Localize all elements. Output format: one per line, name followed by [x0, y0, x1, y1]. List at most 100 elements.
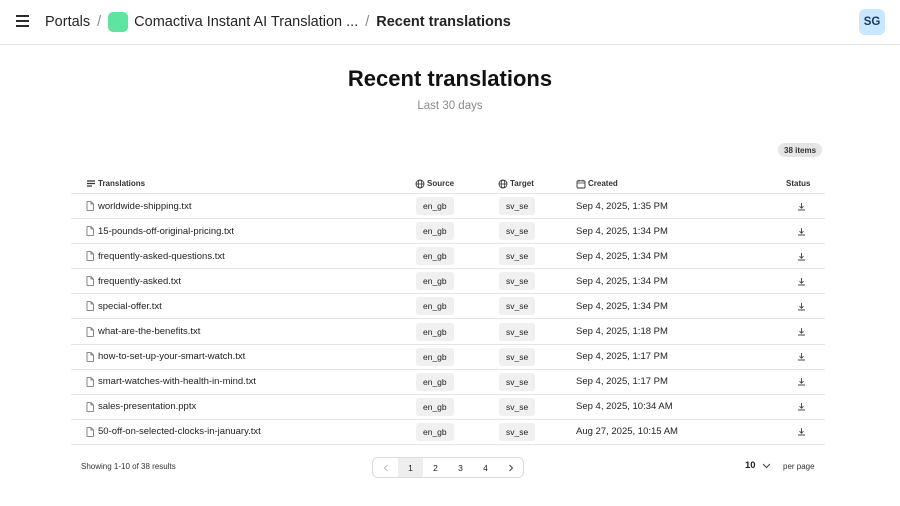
file-icon: [86, 427, 94, 437]
file-name-link[interactable]: frequently-asked.txt: [98, 276, 181, 287]
target-language-tag: sv_se: [499, 297, 536, 316]
target-language-tag: sv_se: [499, 222, 536, 241]
created-cell: Sep 4, 2025, 10:34 AM: [576, 395, 673, 419]
download-icon[interactable]: [797, 277, 806, 286]
file-icon: [86, 251, 94, 262]
file-cell: smart-watches-with-health-in-mind.txt: [86, 370, 256, 394]
file-cell: frequently-asked.txt: [86, 269, 181, 293]
pagination: 1 2 3 4: [372, 457, 524, 478]
source-language-tag: en_gb: [416, 372, 454, 391]
menu-icon[interactable]: [13, 11, 33, 31]
file-name-link[interactable]: frequently-asked-questions.txt: [98, 251, 225, 262]
target-language-tag: sv_se: [499, 422, 536, 441]
created-cell: Sep 4, 2025, 1:34 PM: [576, 294, 668, 318]
portal-logo: [108, 12, 129, 32]
source-language-tag: en_gb: [416, 197, 454, 216]
source-cell: en_gb: [416, 370, 454, 394]
download-icon[interactable]: [797, 252, 806, 261]
page-button-4[interactable]: 4: [473, 458, 498, 477]
source-cell: en_gb: [416, 244, 454, 268]
file-name-link[interactable]: 50-off-on-selected-clocks-in-january.txt: [98, 426, 261, 437]
table-row: how-to-set-up-your-smart-watch.txt en_gb s…: [71, 345, 825, 370]
file-name-link[interactable]: what-are-the-benefits.txt: [98, 326, 200, 337]
status-cell: [797, 370, 806, 394]
source-language-tag: en_gb: [416, 297, 454, 316]
target-cell: sv_se: [499, 319, 536, 343]
status-cell: [797, 420, 806, 444]
created-date: Sep 4, 2025, 1:34 PM: [576, 300, 668, 312]
download-icon[interactable]: [797, 402, 806, 411]
page-button-1[interactable]: 1: [398, 458, 423, 477]
download-icon[interactable]: [797, 202, 806, 211]
avatar[interactable]: SG: [859, 9, 885, 35]
table-row: smart-watches-with-health-in-mind.txt en_…: [71, 370, 825, 395]
file-name-link[interactable]: special-offer.txt: [98, 301, 162, 312]
created-date: Sep 4, 2025, 1:18 PM: [576, 326, 668, 338]
created-cell: Sep 4, 2025, 1:34 PM: [576, 269, 668, 293]
source-language-tag: en_gb: [416, 347, 454, 366]
source-cell: en_gb: [416, 219, 454, 243]
page-title: Recent translations: [347, 66, 553, 91]
source-language-tag: en_gb: [416, 247, 454, 266]
created-cell: Sep 4, 2025, 1:35 PM: [576, 194, 668, 218]
column-header-target: Target: [498, 173, 534, 194]
status-cell: [797, 395, 806, 419]
created-date: Sep 4, 2025, 1:17 PM: [576, 376, 668, 388]
file-icon: [86, 301, 94, 312]
table-row: worldwide-shipping.txt en_gb sv_se Sep 4, 2…: [71, 194, 825, 220]
file-name-link[interactable]: smart-watches-with-health-in-mind.txt: [98, 376, 256, 387]
chevron-left-icon: [383, 464, 388, 471]
download-icon[interactable]: [797, 327, 806, 336]
file-name-link[interactable]: worldwide-shipping.txt: [98, 201, 191, 212]
file-cell: frequently-asked-questions.txt: [86, 244, 225, 268]
page-button-2[interactable]: 2: [423, 458, 448, 477]
file-cell: 50-off-on-selected-clocks-in-january.txt: [86, 420, 261, 444]
next-page-button[interactable]: [498, 458, 523, 477]
column-label: Translations: [98, 179, 146, 188]
target-language-tag: sv_se: [499, 272, 536, 291]
item-count-badge: 38 items: [778, 143, 823, 157]
target-language-tag: sv_se: [499, 322, 536, 341]
source-language-tag: en_gb: [416, 397, 454, 416]
column-label: Target: [510, 179, 534, 188]
download-icon[interactable]: [797, 302, 806, 311]
created-cell: Sep 4, 2025, 1:17 PM: [576, 345, 668, 369]
column-header-source: Source: [415, 173, 454, 194]
file-name-link[interactable]: 15-pounds-off-original-pricing.txt: [98, 226, 234, 237]
download-icon[interactable]: [797, 427, 806, 436]
created-date: Aug 27, 2025, 10:15 AM: [576, 426, 678, 438]
previous-page-button[interactable]: [373, 458, 398, 477]
status-cell: [797, 294, 806, 318]
target-cell: sv_se: [499, 244, 536, 268]
file-name-link[interactable]: sales-presentation.pptx: [98, 401, 196, 412]
breadcrumb-portals[interactable]: Portals: [45, 14, 90, 30]
file-cell: how-to-set-up-your-smart-watch.txt: [86, 345, 245, 369]
created-date: Sep 4, 2025, 1:35 PM: [576, 200, 668, 212]
download-icon[interactable]: [797, 352, 806, 361]
column-label: Source: [427, 179, 455, 188]
per-page-select[interactable]: 10: [745, 460, 771, 471]
page-button-3[interactable]: 3: [448, 458, 473, 477]
table-header: Translations Source Target Created Statu…: [71, 173, 825, 194]
status-cell: [797, 345, 806, 369]
target-language-tag: sv_se: [499, 372, 536, 391]
file-cell: 15-pounds-off-original-pricing.txt: [86, 219, 234, 243]
download-icon[interactable]: [797, 227, 806, 236]
globe-icon: [498, 179, 508, 189]
chevron-right-icon: [508, 464, 513, 471]
created-date: Sep 4, 2025, 1:34 PM: [576, 275, 668, 287]
download-icon[interactable]: [797, 377, 806, 386]
chevron-down-icon: [762, 463, 770, 468]
target-cell: sv_se: [499, 395, 536, 419]
per-page-value: 10: [745, 460, 756, 471]
created-cell: Sep 4, 2025, 1:34 PM: [576, 244, 668, 268]
file-name-link[interactable]: how-to-set-up-your-smart-watch.txt: [98, 351, 245, 362]
source-cell: en_gb: [416, 294, 454, 318]
created-cell: Sep 4, 2025, 1:34 PM: [576, 219, 668, 243]
column-header-created: Created: [576, 173, 618, 194]
target-language-tag: sv_se: [499, 247, 536, 266]
breadcrumb-portal-name[interactable]: Comactiva Instant AI Translation ...: [134, 14, 358, 30]
column-header-status: Status: [786, 173, 810, 194]
breadcrumb-separator: /: [97, 14, 102, 30]
source-language-tag: en_gb: [416, 222, 454, 241]
